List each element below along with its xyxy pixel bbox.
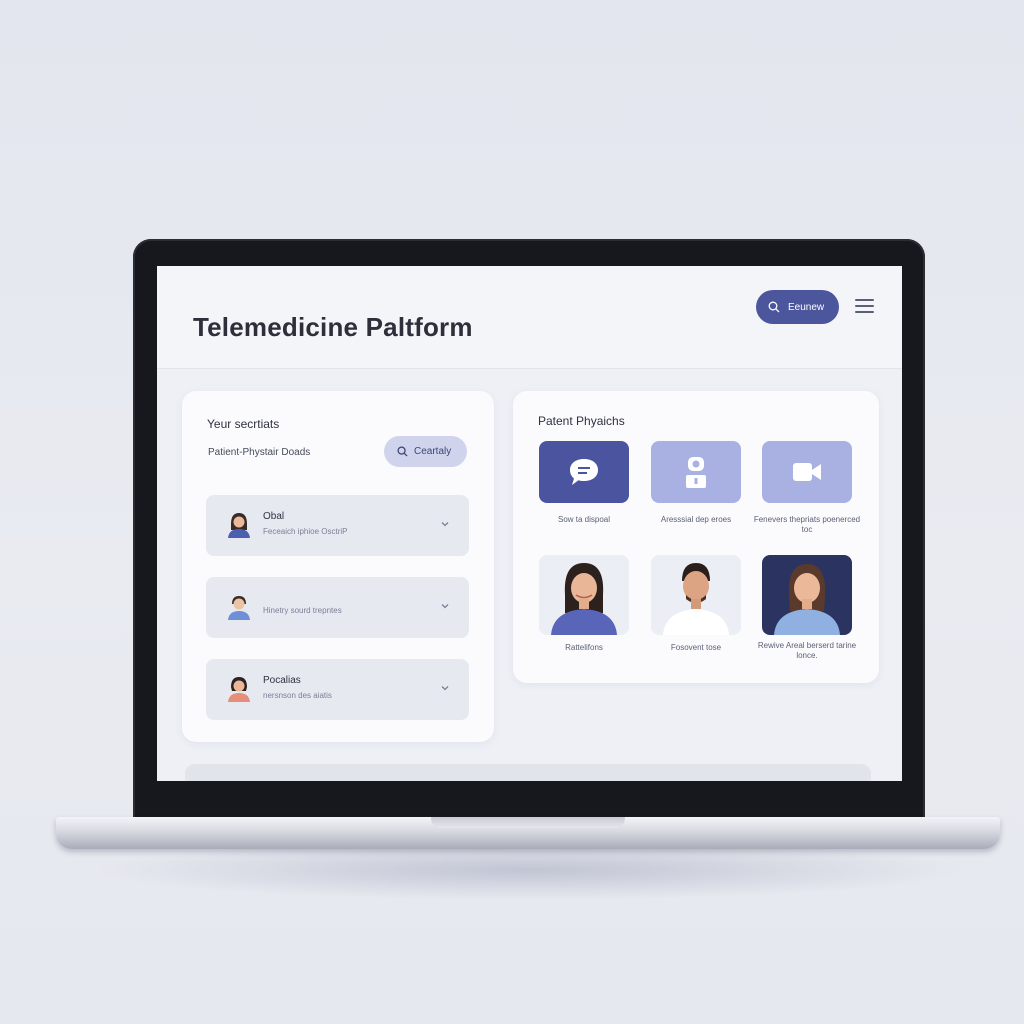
bottom-panel [185,764,871,781]
tile-caption: Aresssial dep eroes [660,515,732,524]
chat-tile[interactable] [539,441,629,503]
laptop-notch [431,817,625,828]
chevron-down-icon [441,522,449,527]
header-search-label: Eeunew [788,301,825,313]
tile-caption: Fenevers thepriats poenerced toc [753,515,861,534]
list-item-desc: Hinetry sourd trepntes [263,606,342,615]
doctor-caption: Fosovent tose [670,643,722,652]
header-search-button[interactable]: Eeunew [756,290,839,324]
list-item[interactable]: Pocalias nersnson des aiatis [206,659,469,720]
person-icon [686,457,706,488]
right-panel: Patent Phyaichs Sow ta dispoal Aresssial… [513,391,879,683]
laptop-shadow [90,840,970,900]
left-panel: Yeur secrtiats Patient-Phystair Doads Ce… [182,391,494,742]
doctor-photo[interactable] [539,555,629,635]
hamburger-menu-icon[interactable] [855,299,874,315]
list-item-desc: nersnson des aiatis [263,691,332,700]
tile-caption: Sow ta dispoal [557,515,611,524]
search-button-label: Ceartaly [414,446,452,457]
profile-tile[interactable] [651,441,741,503]
list-item-desc: Feceaich iphioe OsctriP [263,527,348,536]
list-item-title: Pocalias [263,675,301,686]
doctor-photo[interactable] [651,555,741,635]
list-item[interactable]: Hinetry sourd trepntes [206,577,469,638]
doctor-caption: Rattelifons [565,643,603,652]
chat-bubble-icon [570,459,598,485]
chevron-down-icon [441,604,449,609]
avatar [228,596,250,620]
avatar [228,513,250,538]
list-item[interactable]: Obal Feceaich iphioe OsctriP [206,495,469,556]
left-panel-sub-label: Patient-Phystair Doads [208,447,311,458]
list-item-title: Obal [263,511,285,522]
doctor-portrait-icon [774,564,840,635]
doctor-portrait-icon [551,563,617,635]
laptop-screen: Telemedicine Paltform Eeunew Yeur secrti… [157,266,902,781]
left-panel-heading: Yeur secrtiats [207,417,280,431]
right-panel-heading: Patent Phyaichs [538,414,625,428]
search-button[interactable]: Ceartaly [384,436,467,467]
search-icon [397,446,408,457]
doctor-caption: Rewive Areal berserd tarine lonce. [757,641,857,660]
search-icon [768,301,780,313]
doctor-photo[interactable] [762,555,852,635]
doctor-portrait-icon [663,563,729,635]
avatar [228,677,250,702]
video-camera-icon [793,463,821,481]
chevron-down-icon [441,686,449,691]
video-tile[interactable] [762,441,852,503]
app-header: Telemedicine Paltform Eeunew [157,266,902,369]
page-title: Telemedicine Paltform [193,312,473,342]
